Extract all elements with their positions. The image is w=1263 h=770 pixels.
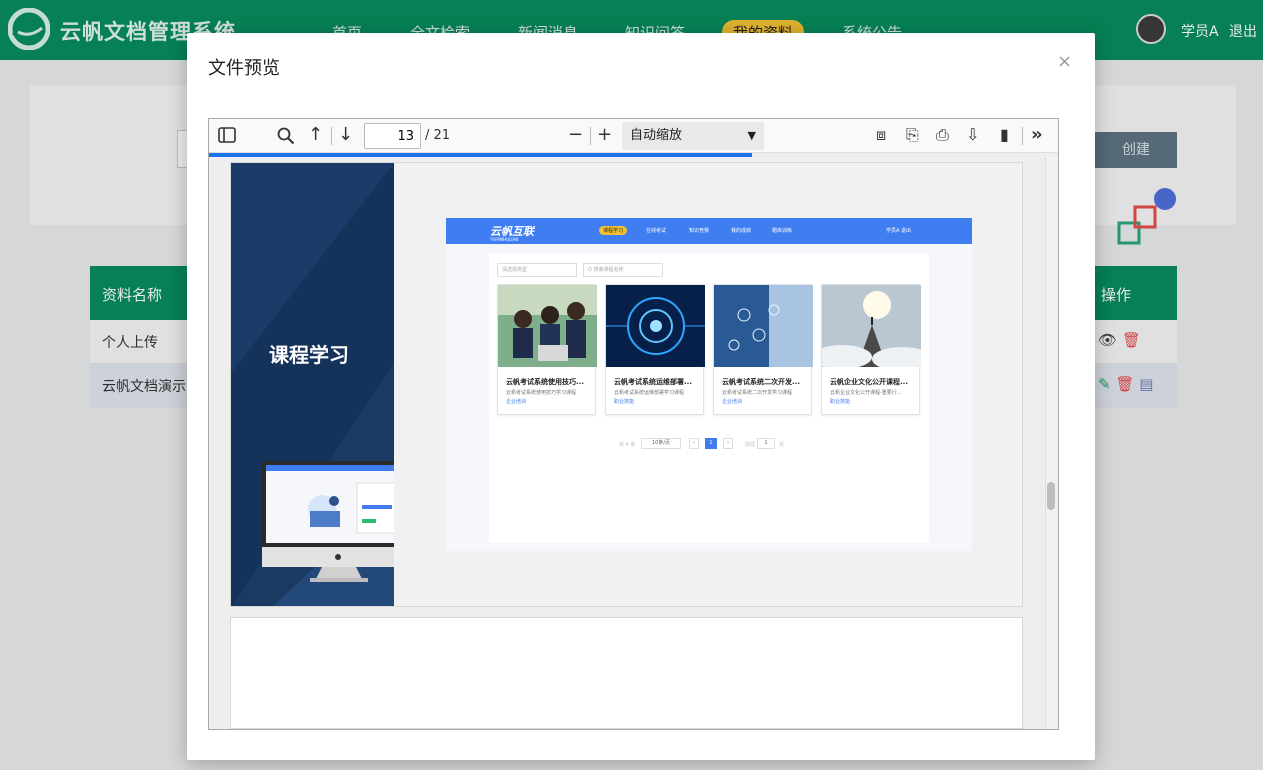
course-card: 云帆考试系统运维部署... 云帆考试系统运维部署学习课程 职业技能 [605, 284, 705, 415]
next-page-icon[interactable]: ↓ [338, 124, 353, 146]
zoom-in-icon[interactable]: + [597, 124, 612, 146]
pdf-page: 课程学习 云帆互联 YUFANHULIAN 课程学习 在线考试 知识竞赛 我的成… [230, 162, 1023, 607]
embedded-nav-item: 在线考试 [646, 228, 667, 234]
embedded-search-input: Q 搜索课程名称 [583, 263, 663, 277]
scrollbar-thumb[interactable] [1047, 482, 1055, 510]
more-tools-icon[interactable]: » [1031, 124, 1043, 146]
embedded-course-list: 请选择类型 Q 搜索课程名称 云帆考试系统使用技巧... 云帆考试系统使用技巧学… [489, 253, 929, 543]
dialog-title: 文件预览 [208, 58, 280, 79]
page-total: / 21 [425, 128, 451, 143]
students-image-icon [498, 285, 597, 367]
embedded-screenshot: 云帆互联 YUFANHULIAN 课程学习 在线考试 知识竞赛 我的成绩 题库训… [446, 218, 972, 551]
embedded-user: 学员A 退出 [886, 228, 912, 234]
pager-page-unit: 页 [779, 442, 785, 448]
course-card: 云帆考试系统二次开发... 云帆考试系统二次开发学习课程 企业培训 [713, 284, 813, 415]
course-title: 云帆考试系统运维部署... [614, 378, 692, 386]
tech-circuit-image-icon [606, 285, 705, 367]
monitor-illustration-icon [262, 461, 415, 582]
course-tag: 职业技能 [830, 399, 851, 405]
course-title: 云帆考试系统二次开发... [722, 378, 800, 386]
course-tag: 企业培训 [506, 399, 527, 405]
embedded-pagination: 共 4 条 10条/页 ‹ 1 › 前往 1 页 [619, 438, 784, 449]
chevron-down-icon: ▼ [747, 129, 756, 142]
pdf-toolbar: ↑ ↓ / 21 − + 自动缩放 ▼ ⧈ ⎘ ⎙ ⇩ ▮ » [209, 119, 1058, 153]
pdf-page [230, 617, 1023, 729]
scrollbar[interactable] [1045, 157, 1058, 729]
pager-prev: ‹ [689, 438, 699, 449]
zoom-out-icon[interactable]: − [568, 124, 583, 146]
course-tag: 企业培训 [722, 399, 743, 405]
page-number-input[interactable] [364, 123, 421, 149]
course-desc: 云帆企业文化公开课程-重要行... [830, 390, 902, 396]
course-tag: 职业技能 [614, 399, 635, 405]
course-title: 云帆考试系统使用技巧... [506, 378, 584, 386]
slide-section-title: 课程学习 [269, 343, 349, 367]
print-icon[interactable]: ⎙ [936, 124, 949, 146]
slide-right-panel: 云帆互联 YUFANHULIAN 课程学习 在线考试 知识竞赛 我的成绩 题库训… [394, 163, 1022, 606]
pdf-pages[interactable]: 课程学习 云帆互联 YUFANHULIAN 课程学习 在线考试 知识竞赛 我的成… [209, 157, 1058, 729]
pager-total: 共 4 条 [619, 442, 636, 448]
embedded-nav-item: 课程学习 [599, 226, 628, 235]
pdf-viewer: ↑ ↓ / 21 − + 自动缩放 ▼ ⧈ ⎘ ⎙ ⇩ ▮ » [208, 118, 1059, 730]
presentation-icon[interactable]: ⧈ [876, 124, 886, 146]
sidebar-toggle-icon[interactable] [218, 127, 236, 143]
embedded-nav-item: 题库训练 [772, 228, 793, 234]
pager-goto-input: 1 [757, 438, 775, 449]
course-desc: 云帆考试系统二次开发学习课程 [722, 390, 793, 396]
course-card: 云帆企业文化公开课程... 云帆企业文化公开课程-重要行... 职业技能 [821, 284, 921, 415]
embedded-nav-item: 我的成绩 [731, 228, 752, 234]
pager-goto-label: 前往 [745, 442, 756, 448]
course-title: 云帆企业文化公开课程... [830, 378, 908, 386]
pager-current: 1 [705, 438, 717, 449]
embedded-nav-item: 知识竞赛 [689, 228, 710, 234]
bookmark-icon[interactable]: ▮ [1000, 124, 1009, 146]
search-icon[interactable] [277, 127, 295, 145]
mountain-clouds-image-icon [822, 285, 921, 367]
embedded-type-filter: 请选择类型 [497, 263, 577, 277]
file-preview-dialog: 文件预览 × ↑ ↓ / 21 − + 自动缩放 ▼ ⧈ ⎘ [187, 33, 1095, 760]
previous-page-icon[interactable]: ↑ [308, 124, 323, 146]
pager-next: › [723, 438, 733, 449]
pager-per-page: 10条/页 [641, 438, 681, 449]
zoom-value: 自动缩放 [630, 128, 683, 143]
embedded-nav-bar: 云帆互联 YUFANHULIAN 课程学习 在线考试 知识竞赛 我的成绩 题库训… [446, 218, 972, 244]
course-card: 云帆考试系统使用技巧... 云帆考试系统使用技巧学习课程 企业培训 [497, 284, 597, 415]
open-file-icon[interactable]: ⎘ [906, 124, 919, 146]
business-tech-image-icon [714, 285, 813, 367]
course-desc: 云帆考试系统运维部署学习课程 [614, 390, 685, 396]
close-icon[interactable]: × [1057, 51, 1072, 72]
download-icon[interactable]: ⇩ [966, 124, 979, 146]
course-desc: 云帆考试系统使用技巧学习课程 [506, 390, 577, 396]
zoom-select[interactable]: 自动缩放 ▼ [622, 122, 764, 150]
